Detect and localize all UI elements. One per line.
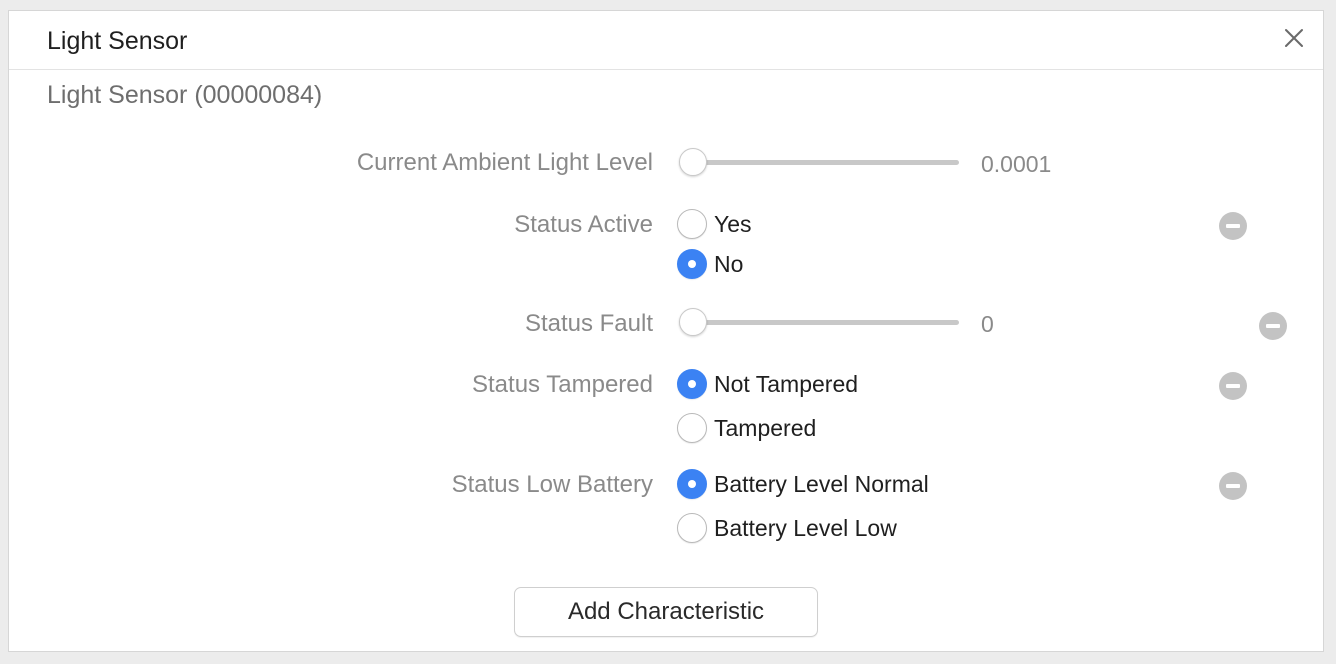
close-icon[interactable] (1281, 25, 1307, 51)
radio-tampered[interactable]: Tampered (677, 412, 816, 444)
remove-status-low-battery-icon[interactable] (1219, 472, 1247, 500)
remove-status-tampered-icon[interactable] (1219, 372, 1247, 400)
radio-label: No (714, 250, 744, 277)
slider-thumb[interactable] (679, 308, 707, 336)
ambient-light-value: 0.0001 (981, 151, 1052, 177)
radio-circle (677, 413, 707, 443)
remove-status-fault-icon[interactable] (1259, 312, 1287, 340)
slider-track (687, 160, 959, 165)
title-bar: Light Sensor (9, 11, 1323, 70)
radio-battery-normal[interactable]: Battery Level Normal (677, 468, 929, 500)
radio-label: Battery Level Low (714, 514, 897, 541)
characteristic-window: Light Sensor Light Sensor (00000084) Cur… (8, 10, 1324, 652)
status-fault-label: Status Fault (524, 310, 653, 337)
radio-label: Battery Level Normal (714, 470, 929, 497)
radio-label: Yes (714, 210, 752, 237)
service-title: Light Sensor (00000084) (47, 81, 323, 109)
radio-not-tampered[interactable]: Not Tampered (677, 368, 858, 400)
radio-label: Tampered (714, 414, 817, 441)
radio-circle (677, 209, 707, 239)
radio-circle (677, 249, 707, 279)
status-active-label: Status Active (514, 211, 653, 238)
radio-circle (677, 513, 707, 543)
status-low-battery-label: Status Low Battery (451, 471, 653, 498)
radio-circle (677, 469, 707, 499)
ambient-light-slider[interactable] (679, 148, 959, 178)
radio-status-active-yes[interactable]: Yes (677, 208, 752, 240)
radio-status-active-no[interactable]: No (677, 248, 743, 280)
slider-thumb[interactable] (679, 148, 707, 176)
status-fault-value: 0 (981, 311, 994, 337)
remove-status-active-icon[interactable] (1219, 212, 1247, 240)
ambient-light-label: Current Ambient Light Level (356, 149, 653, 176)
radio-label: Not Tampered (714, 370, 859, 397)
window-title: Light Sensor (47, 27, 188, 55)
status-tampered-label: Status Tampered (472, 371, 653, 398)
radio-battery-low[interactable]: Battery Level Low (677, 512, 897, 544)
radio-circle (677, 369, 707, 399)
add-characteristic-button[interactable]: Add Characteristic (514, 587, 818, 637)
status-fault-slider[interactable] (679, 308, 959, 338)
slider-track (687, 320, 959, 325)
